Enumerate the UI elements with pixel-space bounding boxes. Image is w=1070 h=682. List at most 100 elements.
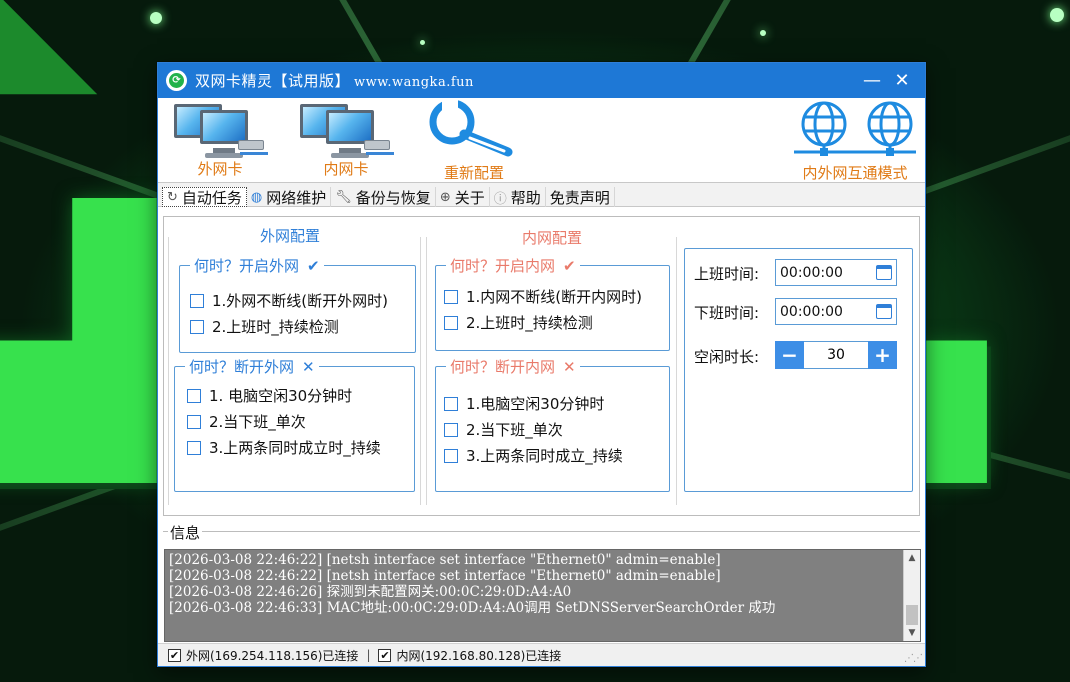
checkmark-icon: ✔ [563,256,576,275]
checkbox-checked-icon: ✔ [168,648,181,662]
work-start-time-input[interactable]: 00:00:00 [775,259,897,286]
option-label: 2.上班时_持续检测 [466,314,593,332]
checkbox[interactable] [190,293,204,308]
outer-close-option-1[interactable]: 1. 电脑空闲30分钟时 [187,385,352,406]
outer-close-option-2[interactable]: 2.当下班_单次 [187,411,306,432]
work-end-label: 下班时间: [694,304,760,322]
tab-disclaimer[interactable]: 免责声明 [546,187,615,207]
inner-close-option-1[interactable]: 1.电脑空闲30分钟时 [444,393,604,414]
auto-task-panel: 外网配置 何时？开启外网 ✔ 1.外网不断线(断开外网时) 2.上班时_持续检测… [163,216,920,516]
tab-label: 免责声明 [549,188,610,207]
scroll-thumb[interactable] [906,605,918,625]
window-title-text: 双网卡精灵【试用版】 [195,72,351,90]
wrench-icon: 🔧︎ [335,189,352,205]
inner-config-title: 内网配置 [520,227,585,248]
scroll-down-icon[interactable]: ▼ [904,625,920,641]
inner-nic-label: 内网卡 [323,160,369,178]
work-end-value: 00:00:00 [780,303,843,320]
outer-nic-label: 外网卡 [197,160,243,178]
tab-network-maintenance[interactable]: ◍ 网络维护 [247,187,332,207]
tab-label: 网络维护 [266,188,327,207]
work-start-label: 上班时间: [694,265,760,283]
close-button[interactable]: ✕ [887,66,917,96]
checkbox[interactable] [444,315,458,330]
app-window: ⟳ 双网卡精灵【试用版】 www.wangka.fun — ✕ 外网卡 内网卡 … [157,62,926,667]
tab-label: 关于 [454,188,485,207]
minimize-button[interactable]: — [857,66,887,96]
checkbox[interactable] [444,396,458,411]
outer-open-group: 何时？开启外网 ✔ 1.外网不断线(断开外网时) 2.上班时_持续检测 [179,255,416,353]
work-end-time-input[interactable]: 00:00:00 [775,298,897,325]
status-bar: ✔ 外网(169.254.118.156)已连接 | ✔ 内网(192.168.… [158,643,925,666]
app-logo-icon: ⟳ [166,70,187,91]
log-lines: [2026-03-08 22:46:22] [netsh interface s… [169,552,775,616]
info-divider [163,531,920,532]
scroll-up-icon[interactable]: ▲ [904,550,920,566]
tab-help[interactable]: ⓘ 帮助 [490,187,546,207]
idle-duration-value[interactable]: 30 [804,341,868,369]
interconnect-mode-button[interactable]: 内外网互通模式 [786,100,924,183]
inner-nic-button[interactable]: 内网卡 [290,100,402,179]
calendar-icon[interactable] [876,304,892,319]
log-line: [2026-03-08 22:46:22] [netsh interface s… [169,552,721,568]
window-title-url: www.wangka.fun [354,75,474,90]
info-section-label: 信息 [168,522,203,543]
reconfigure-label: 重新配置 [443,164,504,182]
option-label: 1.外网不断线(断开外网时) [212,292,389,310]
outer-open-option-1[interactable]: 1.外网不断线(断开外网时) [190,290,388,311]
option-label: 2.当下班_单次 [209,413,306,431]
increment-button[interactable]: + [868,341,897,369]
tab-auto-task[interactable]: ↻ 自动任务 [162,187,247,207]
checkbox[interactable] [187,440,201,455]
inner-open-group: 何时？开启内网 ✔ 1.内网不断线(断开内网时) 2.上班时_持续检测 [435,255,670,351]
inner-open-legend: 何时？开启内网 ✔ [446,255,580,276]
reconfigure-button[interactable]: 重新配置 [414,98,534,183]
tab-label: 自动任务 [181,188,242,207]
help-icon: ⓘ [493,191,507,207]
outer-close-option-3[interactable]: 3.上两条同时成立时_持续 [187,437,381,458]
outer-close-legend: 何时？断开外网 ✕ [185,356,319,377]
option-label: 2.上班时_持续检测 [212,318,339,336]
checkbox[interactable] [190,319,204,334]
checkbox[interactable] [444,448,458,463]
background-art: ◣ [0,0,98,111]
checkbox[interactable] [444,422,458,437]
checkbox[interactable] [187,414,201,429]
option-label: 2.当下班_单次 [466,421,563,439]
log-line: [2026-03-08 22:46:26] 探测到未配置网关:00:0C:29:… [169,584,572,600]
log-scrollbar[interactable]: ▲ ▼ [903,550,920,641]
status-separator: | [366,648,371,662]
network-computers-icon [296,100,396,158]
checkbox-checked-icon: ✔ [378,648,392,662]
background-art: ▟ [0,220,165,460]
option-label: 1.内网不断线(断开内网时) [466,288,643,306]
inner-open-option-2[interactable]: 2.上班时_持续检测 [444,312,593,333]
log-line: [2026-03-08 22:46:33] MAC地址:00:0C:29:0D:… [169,600,776,616]
inner-status-text: 内网(192.168.80.128)已连接 [396,648,562,663]
x-icon: ✕ [563,357,576,376]
option-label: 3.上两条同时成立_持续 [466,447,623,465]
inner-close-option-2[interactable]: 2.当下班_单次 [444,419,563,440]
log-output[interactable]: [2026-03-08 22:46:22] [netsh interface s… [164,549,921,642]
resize-grip-icon[interactable]: ⋰⋰ [904,653,923,664]
tab-label: 备份与恢复 [355,188,431,207]
log-line: [2026-03-08 22:46:22] [netsh interface s… [169,568,721,584]
calendar-icon[interactable] [876,265,892,280]
title-bar: ⟳ 双网卡精灵【试用版】 www.wangka.fun — ✕ [158,63,925,98]
tab-backup-restore[interactable]: 🔧︎ 备份与恢复 [331,187,436,207]
inner-close-option-3[interactable]: 3.上两条同时成立_持续 [444,445,623,466]
checkbox[interactable] [187,388,201,403]
inner-open-option-1[interactable]: 1.内网不断线(断开内网时) [444,286,642,307]
decrement-button[interactable]: − [775,341,804,369]
option-label: 3.上两条同时成立时_持续 [209,439,381,457]
globe-icon: ⊕ [439,189,451,205]
outer-nic-button[interactable]: 外网卡 [164,100,276,179]
toolbar: 外网卡 内网卡 重新配置 内外网互通模式 [158,98,925,183]
option-label: 1.电脑空闲30分钟时 [466,395,605,413]
checkbox[interactable] [444,289,458,304]
wrench-icon [429,98,513,157]
inner-close-legend: 何时？断开内网 ✕ [446,356,580,377]
work-start-value: 00:00:00 [780,264,843,281]
outer-open-option-2[interactable]: 2.上班时_持续检测 [190,316,339,337]
tab-about[interactable]: ⊕ 关于 [436,187,490,207]
